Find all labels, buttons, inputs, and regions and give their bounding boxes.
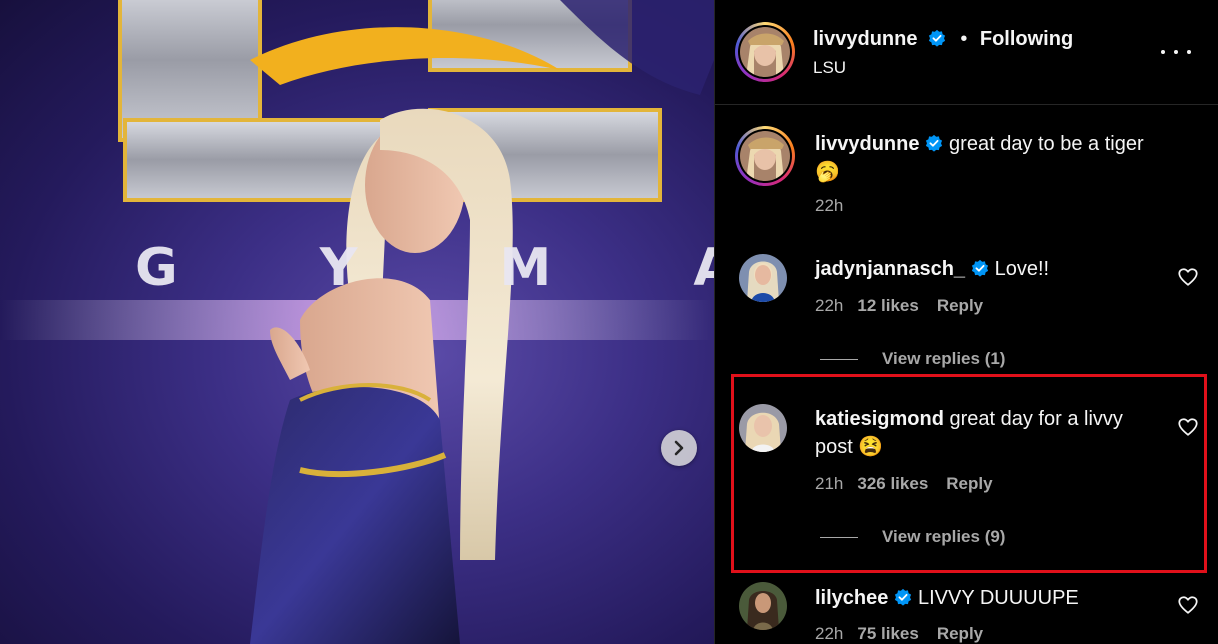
comment-username[interactable]: jadynjannasch_ [815,258,965,280]
comment-item: katiesigmond great day for a livvy post … [715,404,1218,554]
reply-button[interactable]: Reply [946,474,992,493]
view-replies-label: View replies (9) [882,527,1006,546]
verified-badge-icon [928,29,946,47]
comment-avatar[interactable] [739,404,787,452]
comment-time[interactable]: 22h [815,296,843,315]
next-photo-button[interactable] [661,430,697,466]
chevron-right-icon [674,440,684,456]
comment-avatar[interactable] [739,254,787,302]
avatar-image [740,27,790,77]
caption-emoji: 🥱 [815,161,840,183]
author-username[interactable]: livvydunne [813,28,917,50]
comment-emoji: 😫 [858,436,884,458]
comment-avatar[interactable] [739,582,787,630]
more-dot-icon [1174,50,1178,54]
reply-button[interactable]: Reply [937,296,983,315]
verified-badge-icon [971,259,989,277]
comment-likes[interactable]: 12 likes [857,296,918,315]
more-options-button[interactable] [1161,40,1191,64]
comment-time[interactable]: 22h [815,624,843,643]
comment-text: Love!! [994,258,1050,280]
comment-item: jadynjannasch_ Love!! 22h 12 likes Reply V… [715,250,1218,375]
avatar-image [739,404,787,452]
caption-time[interactable]: 22h [815,196,843,215]
heart-icon[interactable] [1177,266,1199,288]
verified-badge-icon [926,134,943,152]
comment-text: LIVVY DUUUUPE [917,587,1079,609]
avatar-image [740,131,790,181]
comment-likes[interactable]: 326 likes [857,474,928,493]
following-button[interactable]: Following [980,28,1073,50]
author-avatar[interactable] [735,22,795,82]
more-dot-icon [1161,50,1165,54]
caption-username[interactable]: livvydunne [815,133,919,155]
caption-avatar[interactable] [735,126,795,186]
verified-badge-icon [895,588,912,606]
more-dot-icon [1187,50,1191,54]
photo-backdrop [0,0,714,644]
view-replies-button[interactable]: View replies (1) [820,349,1005,369]
reply-button[interactable]: Reply [937,624,983,643]
view-replies-line [820,359,858,361]
caption-text: great day to be a tiger [949,133,1144,155]
post-header: livvydunne • Following LSU [715,0,1218,105]
comment-username[interactable]: katiesigmond [815,408,944,430]
backdrop-text: G Y M A S [135,238,714,298]
comment-item: lilychee LIVVY DUUUUPE 22h 75 likes Reply [715,582,1218,644]
post-caption: livvydunne great day to be a tiger 🥱 22h [715,104,1218,224]
view-replies-label: View replies (1) [882,349,1006,368]
heart-icon[interactable] [1177,594,1199,616]
comment-likes[interactable]: 75 likes [857,624,918,643]
separator-dot: • [960,28,968,50]
comment-username[interactable]: lilychee [815,587,888,609]
post-photo: G Y M A S [0,0,714,644]
comment-time[interactable]: 21h [815,474,843,493]
avatar-image [739,582,787,630]
view-replies-line [820,537,858,539]
avatar-image [739,254,787,302]
heart-icon[interactable] [1177,416,1199,438]
view-replies-button[interactable]: View replies (9) [820,527,1005,547]
post-side-panel: livvydunne • Following LSU livvydunne gr… [714,0,1218,644]
post-location[interactable]: LSU [813,58,846,78]
